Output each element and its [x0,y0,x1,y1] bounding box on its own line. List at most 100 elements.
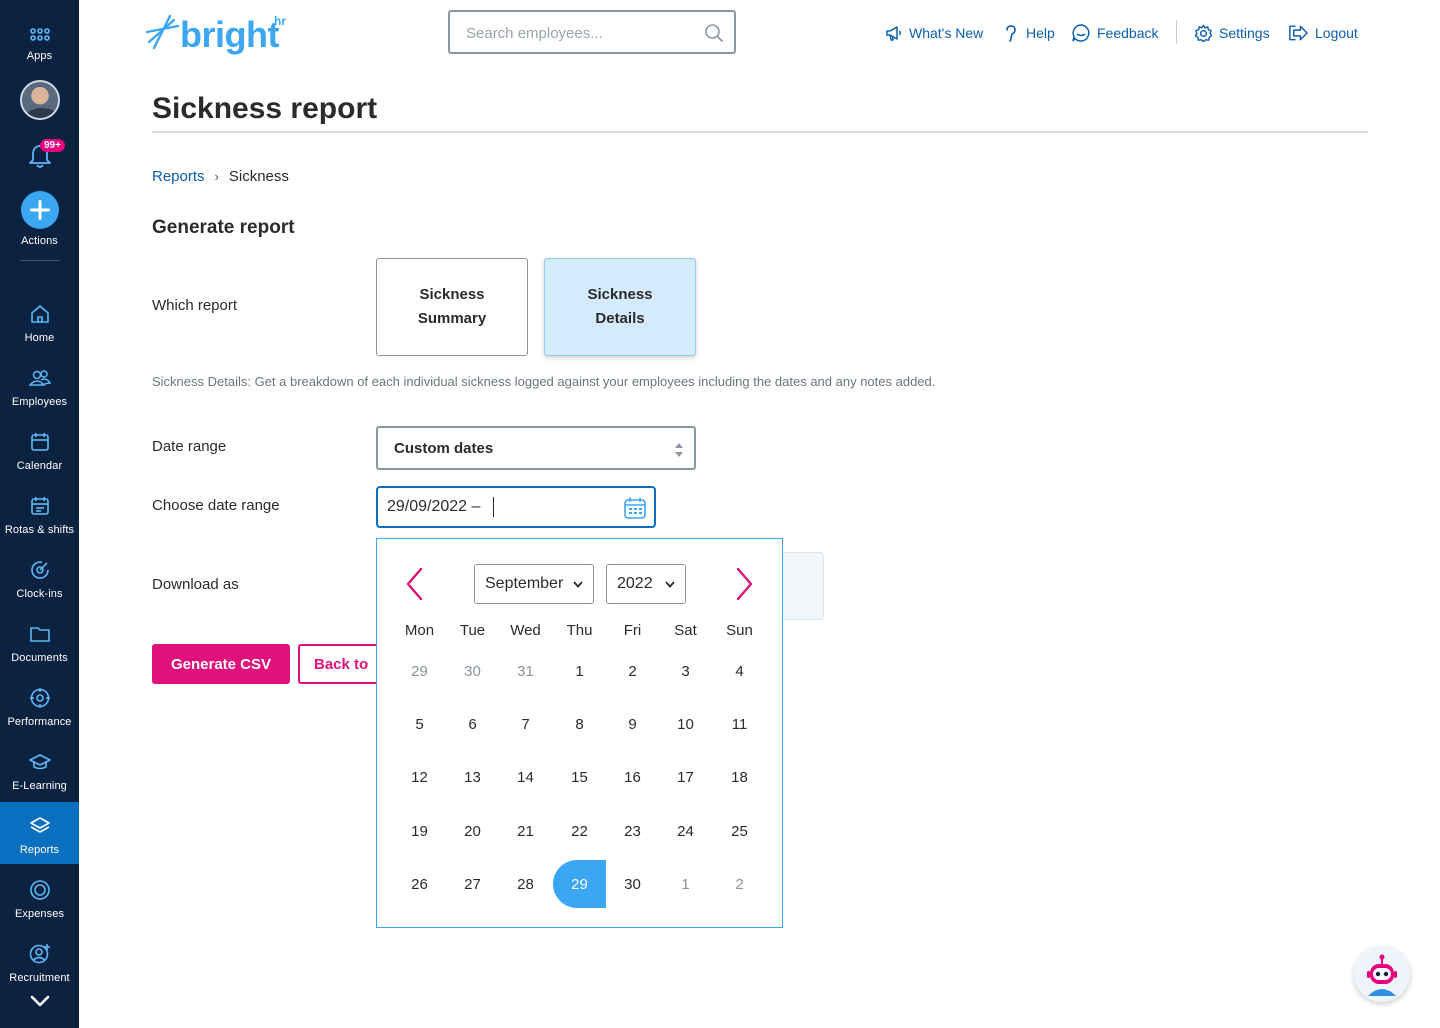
chevron-down-icon[interactable] [29,990,51,1012]
chevron-left-icon[interactable] [403,567,427,601]
date-range-select[interactable]: Custom dates [376,426,696,470]
calendar-day[interactable]: 10 [659,700,712,748]
sidebar-item-label: Documents [11,652,68,664]
generate-csv-button[interactable]: Generate CSV [152,644,290,684]
calendar-day[interactable]: 7 [499,700,552,748]
calendar-day[interactable]: 31 [499,647,552,695]
calendar-day-selected[interactable]: 29 [553,860,606,908]
report-option-line1: Sickness [419,286,485,303]
chevron-right-icon[interactable] [732,567,756,601]
weekday-label: Sun [726,622,753,639]
settings-link[interactable]: Settings [1194,22,1270,44]
calendar-day[interactable]: 27 [446,860,499,908]
report-option-sickness-summary[interactable]: Sickness Summary [376,258,528,356]
apps-grid-icon [29,28,50,41]
date-picker-popup: September 2022 Mon Tue Wed Thu Fri Sat Sun 29 3… [376,538,783,928]
calendar-day[interactable]: 30 [446,647,499,695]
sidebar-item-clock-ins[interactable]: Clock-ins [0,558,79,614]
chatbot-button[interactable] [1354,946,1410,1002]
calendar-day[interactable]: 24 [659,807,712,855]
home-icon [30,305,49,323]
chat-bubble-icon [1072,24,1090,42]
robot-icon [1367,954,1397,996]
actions-button[interactable]: Actions [0,191,79,247]
calendar-day[interactable]: 20 [446,807,499,855]
calendar-day[interactable]: 21 [499,807,552,855]
calendar-day[interactable]: 25 [713,807,766,855]
date-range-input[interactable]: 29/09/2022 – [376,486,656,528]
apps-button[interactable]: Apps [0,22,79,62]
report-option-line1: Sickness [587,286,653,303]
calendar-day[interactable]: 1 [553,647,606,695]
logout-icon [1289,25,1308,41]
calendar-icon [30,433,49,451]
sidebar-item-documents[interactable]: Documents [0,622,79,678]
calendar-day[interactable]: 26 [393,860,446,908]
breadcrumb-current: Sickness [228,168,289,185]
dropdown-caret-icon [665,580,675,588]
feedback-label: Feedback [1097,25,1159,41]
feedback-link[interactable]: Feedback [1071,22,1158,44]
sidebar-item-home[interactable]: Home [0,302,79,358]
calendar-day[interactable]: 14 [499,753,552,801]
search-input[interactable] [466,22,696,44]
report-option-line2: Details [595,310,645,327]
apps-label: Apps [26,50,53,62]
sidebar-item-expenses[interactable]: Expenses [0,878,79,934]
calendar-day[interactable]: 3 [659,647,712,695]
calendar-day[interactable]: 15 [553,753,606,801]
whats-new-link[interactable]: What's New [885,22,983,44]
search-icon[interactable] [704,23,724,43]
calendar-day[interactable]: 13 [446,753,499,801]
employees-icon [27,370,51,386]
plus-icon [20,191,59,229]
graduation-cap-icon [28,754,51,770]
sidebar-divider [20,260,60,261]
sidebar-item-label: Home [24,332,55,344]
calendar-day[interactable]: 1 [659,860,712,908]
calendar-day[interactable]: 2 [606,647,659,695]
calendar-day[interactable]: 30 [606,860,659,908]
breadcrumb-reports-link[interactable]: Reports [152,168,205,185]
calendar-day[interactable]: 19 [393,807,446,855]
calendar-day[interactable]: 4 [713,647,766,695]
year-select[interactable]: 2022 [606,564,686,604]
date-range-label: Date range [152,438,227,455]
calendar-day[interactable]: 2 [713,860,766,908]
calendar-day[interactable]: 22 [553,807,606,855]
sidebar-item-reports[interactable]: Reports [0,802,79,864]
sidebar-item-recruitment[interactable]: Recruitment [0,942,79,988]
brighthr-logo[interactable]: bright hr [146,12,296,55]
logout-link[interactable]: Logout [1288,22,1358,44]
calendar-day[interactable]: 9 [606,700,659,748]
sidebar-item-calendar[interactable]: Calendar [0,430,79,486]
target-icon [29,688,50,708]
user-avatar[interactable] [20,80,60,120]
calendar-day[interactable]: 12 [393,753,446,801]
text-caret [493,497,494,517]
weekday-label: Thu [566,622,593,639]
logo-mark-icon [146,14,180,50]
calendar-day[interactable]: 18 [713,753,766,801]
sidebar-item-performance[interactable]: Performance [0,686,79,742]
help-link[interactable]: Help [1002,22,1055,44]
weekday-label: Wed [510,622,541,639]
calendar-day[interactable]: 17 [659,753,712,801]
month-select[interactable]: September [474,564,594,604]
sidebar-item-rotas[interactable]: Rotas & shifts [0,494,79,550]
calendar-day[interactable]: 6 [446,700,499,748]
choose-date-range-label: Choose date range [152,497,280,514]
calendar-day[interactable]: 29 [393,647,446,695]
calendar-day[interactable]: 16 [606,753,659,801]
calendar-day[interactable]: 28 [499,860,552,908]
calendar-day[interactable]: 11 [713,700,766,748]
sidebar-item-e-learning[interactable]: E-Learning [0,750,79,806]
expenses-icon [29,880,50,900]
calendar-day[interactable]: 5 [393,700,446,748]
calendar-picker-icon[interactable] [622,495,648,521]
calendar-day[interactable]: 8 [553,700,606,748]
calendar-day[interactable]: 23 [606,807,659,855]
report-option-sickness-details[interactable]: Sickness Details [544,258,696,356]
year-select-value: 2022 [617,575,653,592]
sidebar-item-employees[interactable]: Employees [0,366,79,422]
